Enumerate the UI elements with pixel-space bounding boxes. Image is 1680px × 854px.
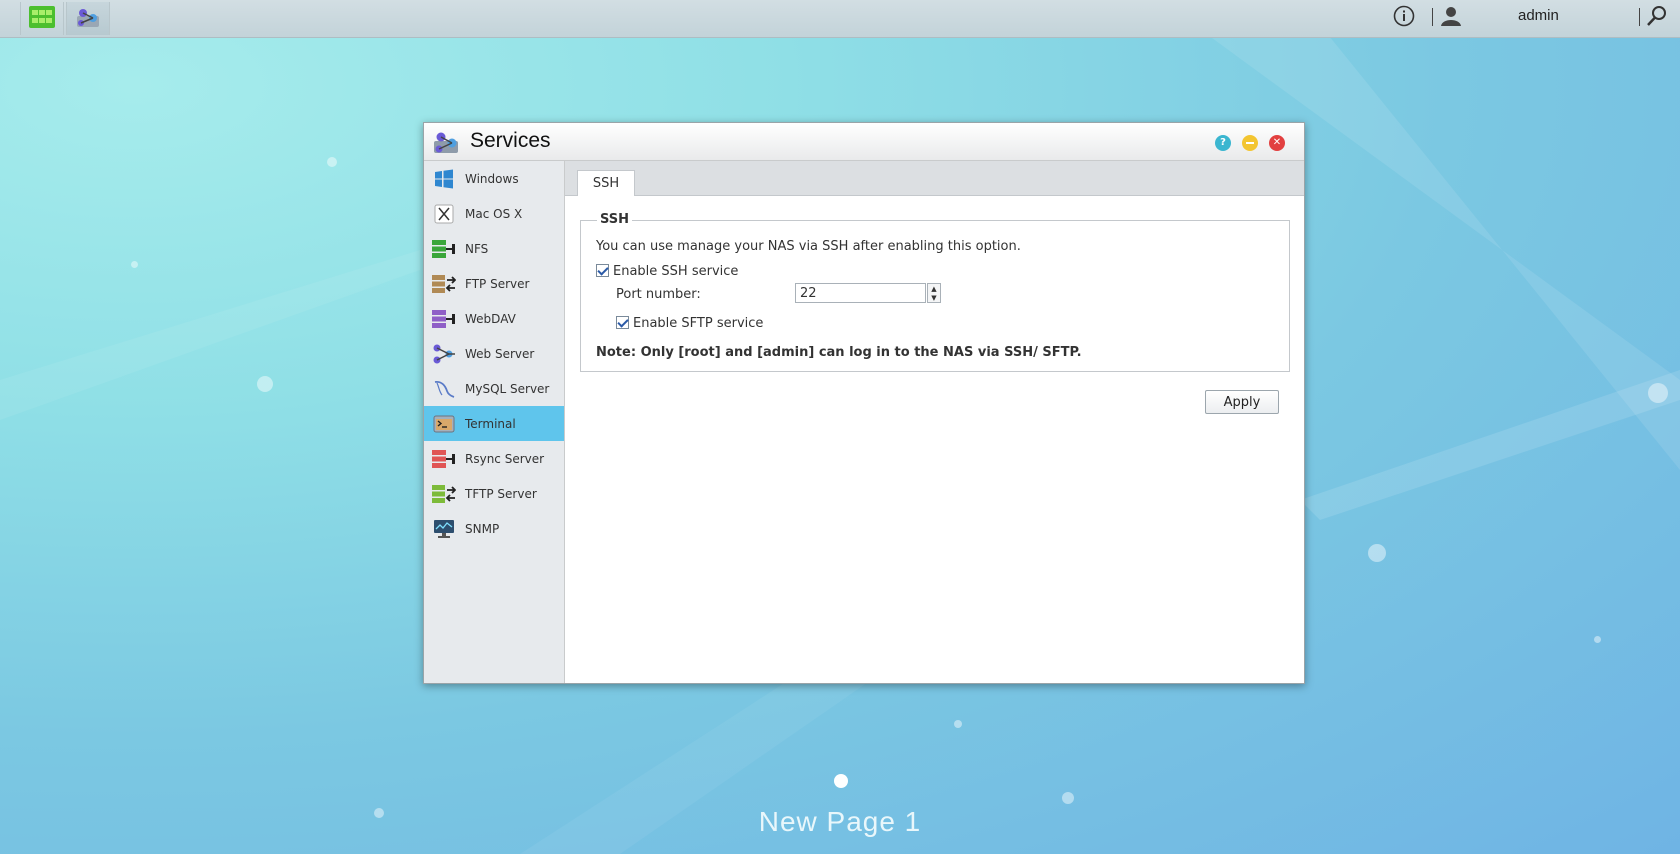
close-icon: ✕ <box>1272 137 1282 148</box>
services-window: Services ? ✕ Windows Mac OS X NFS FTP Se… <box>423 122 1305 684</box>
ftp-icon <box>432 273 456 295</box>
separator <box>1432 8 1433 26</box>
group-legend: SSH <box>597 212 633 227</box>
background-dot <box>1062 792 1074 804</box>
info-button[interactable] <box>1393 0 1419 36</box>
sidebar-item-windows[interactable]: Windows <box>424 161 564 196</box>
sidebar-item-label: WebDAV <box>465 311 516 326</box>
sidebar-item-label: Terminal <box>465 416 516 431</box>
ssh-description: You can use manage your NAS via SSH afte… <box>596 239 1021 254</box>
info-icon <box>1393 5 1415 31</box>
chevron-down-icon: ▼ <box>931 293 937 302</box>
enable-sftp-checkbox[interactable] <box>616 316 629 329</box>
sidebar-item-label: Rsync Server <box>465 451 545 466</box>
services-taskbar-button[interactable] <box>66 2 110 35</box>
sidebar-item-label: NFS <box>465 241 489 256</box>
sidebar-item-label: FTP Server <box>465 276 530 291</box>
sidebar-item-nfs[interactable]: NFS <box>424 231 564 266</box>
services-icon <box>432 130 460 158</box>
close-button[interactable]: ✕ <box>1269 135 1285 151</box>
search-button[interactable] <box>1646 0 1672 36</box>
nfs-icon <box>432 238 456 260</box>
sidebar-item-label: SNMP <box>465 521 500 536</box>
sidebar-item-web-server[interactable]: Web Server <box>424 336 564 371</box>
enable-sftp-row: Enable SFTP service <box>616 316 763 331</box>
sidebar-item-label: Mac OS X <box>465 206 523 221</box>
sidebar-item-snmp[interactable]: SNMP <box>424 511 564 546</box>
window-title: Services <box>470 129 551 152</box>
port-number-input[interactable] <box>795 283 926 303</box>
sidebar-item-label: Windows <box>465 171 519 186</box>
page-indicator-dot[interactable] <box>834 774 848 788</box>
background-dot <box>131 261 138 268</box>
terminal-icon <box>432 413 456 435</box>
increment-button[interactable]: ▲ <box>928 284 940 293</box>
sidebar-item-mac-os-x[interactable]: Mac OS X <box>424 196 564 231</box>
decrement-button[interactable]: ▼ <box>928 293 940 302</box>
window-titlebar[interactable]: Services ? ✕ <box>424 123 1304 161</box>
mysql-icon <box>432 378 456 400</box>
taskbar: admin <box>0 0 1680 38</box>
separator <box>1639 8 1640 26</box>
apply-button[interactable]: Apply <box>1205 390 1279 414</box>
sidebar-item-tftp-server[interactable]: TFTP Server <box>424 476 564 511</box>
sidebar-item-rsync-server[interactable]: Rsync Server <box>424 441 564 476</box>
services-sidebar: Windows Mac OS X NFS FTP Server WebDAV W… <box>424 161 565 683</box>
tftp-icon <box>432 483 456 505</box>
username[interactable]: admin <box>1518 0 1559 36</box>
port-number-label: Port number: <box>616 287 701 302</box>
help-icon: ? <box>1220 137 1226 148</box>
services-icon <box>75 6 101 32</box>
windows-icon <box>432 168 456 190</box>
web-server-icon <box>432 343 456 365</box>
background-dot <box>257 376 273 392</box>
webdav-icon <box>432 308 456 330</box>
app-center-icon <box>29 5 55 32</box>
user-menu-button[interactable] <box>1440 0 1466 36</box>
chevron-up-icon: ▲ <box>931 284 937 293</box>
enable-sftp-label: Enable SFTP service <box>633 316 764 331</box>
sidebar-item-webdav[interactable]: WebDAV <box>424 301 564 336</box>
snmp-icon <box>432 518 456 540</box>
ssh-settings-group: SSH You can use manage your NAS via SSH … <box>580 212 1290 372</box>
minimize-button[interactable] <box>1242 135 1258 151</box>
mac-icon <box>432 203 456 225</box>
content-panel: SSH SSH You can use manage your NAS via … <box>565 161 1304 683</box>
background-dot <box>1594 636 1601 643</box>
sidebar-item-terminal[interactable]: Terminal <box>424 406 564 441</box>
background-dot <box>327 157 337 167</box>
sidebar-item-label: TFTP Server <box>465 486 537 501</box>
background-dot <box>1368 544 1386 562</box>
desktop-page-label: New Page 1 <box>758 806 922 837</box>
tab-ssh[interactable]: SSH <box>577 170 635 196</box>
help-button[interactable]: ? <box>1215 135 1231 151</box>
sidebar-item-mysql-server[interactable]: MySQL Server <box>424 371 564 406</box>
background-dot <box>1648 383 1668 403</box>
port-number-stepper: ▲ ▼ <box>927 283 941 303</box>
sidebar-item-label: Web Server <box>465 346 535 361</box>
search-icon <box>1646 5 1668 31</box>
rsync-icon <box>432 448 456 470</box>
user-icon <box>1440 5 1462 31</box>
app-center-button[interactable] <box>20 2 64 35</box>
background-dot <box>954 720 962 728</box>
tab-bar: SSH <box>565 161 1304 196</box>
enable-ssh-checkbox[interactable] <box>596 264 609 277</box>
enable-ssh-row: Enable SSH service <box>596 264 738 279</box>
sidebar-item-ftp-server[interactable]: FTP Server <box>424 266 564 301</box>
minimize-icon <box>1246 142 1254 144</box>
enable-ssh-label: Enable SSH service <box>613 264 739 279</box>
sidebar-item-label: MySQL Server <box>465 381 550 396</box>
ssh-note: Note: Only [root] and [admin] can log in… <box>596 345 1082 360</box>
